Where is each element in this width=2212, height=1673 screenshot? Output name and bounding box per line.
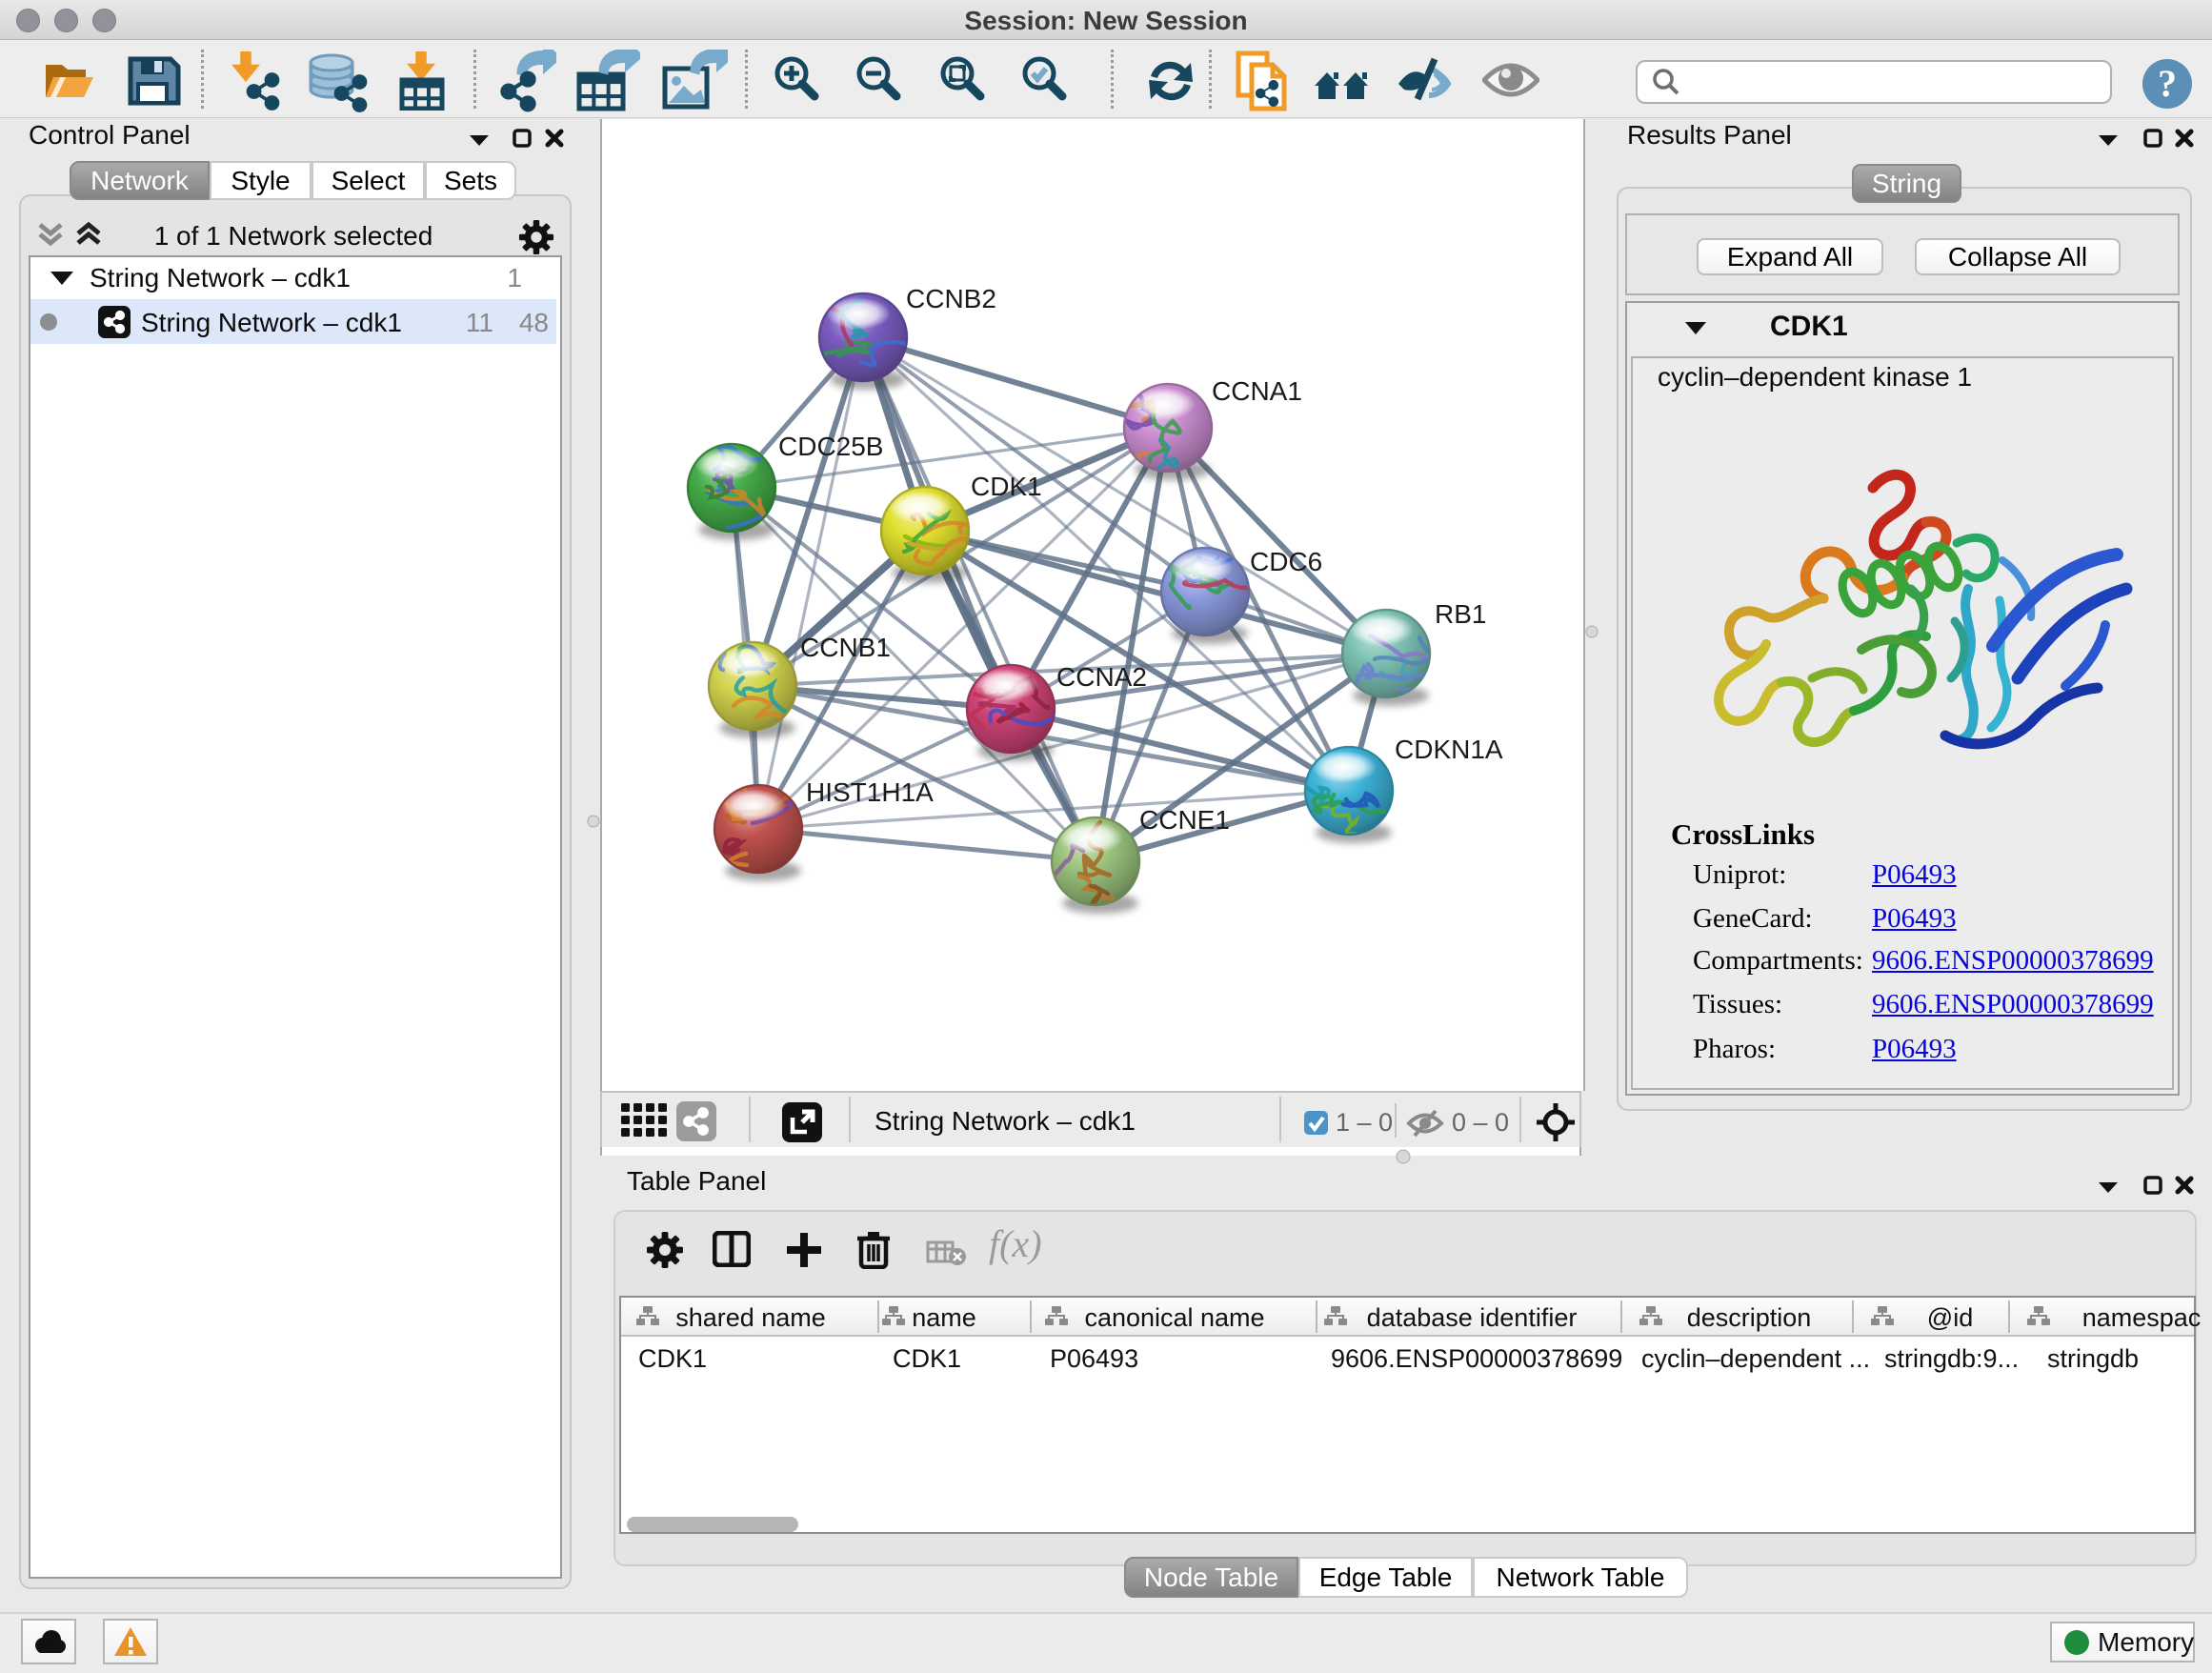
svg-text:CDK1: CDK1 xyxy=(971,472,1042,501)
svg-text:HIST1H1A: HIST1H1A xyxy=(806,777,934,807)
svg-text:CDKN1A: CDKN1A xyxy=(1395,735,1503,764)
svg-text:?: ? xyxy=(2158,62,2177,105)
svg-text:CDC6: CDC6 xyxy=(1250,547,1322,576)
svg-text:CCNA1: CCNA1 xyxy=(1212,376,1302,406)
svg-text:RB1: RB1 xyxy=(1435,599,1486,629)
svg-text:CCNB2: CCNB2 xyxy=(906,284,996,313)
svg-text:CDC25B: CDC25B xyxy=(778,432,883,461)
svg-text:CCNB1: CCNB1 xyxy=(800,633,891,662)
svg-text:CCNE1: CCNE1 xyxy=(1139,805,1230,835)
svg-text:CCNA2: CCNA2 xyxy=(1056,662,1147,692)
